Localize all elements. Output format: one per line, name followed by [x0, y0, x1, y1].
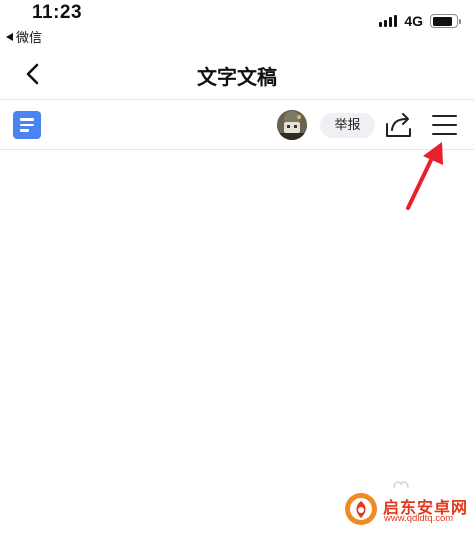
- annotation-arrow-icon: [406, 142, 443, 210]
- watermark: 启东安卓网 www.qdldtq.com: [344, 490, 472, 530]
- watermark-url: www.qdldtq.com: [384, 513, 454, 524]
- avatar-image: [277, 110, 307, 140]
- screen: 11:23 微信 4G 文字文稿 举报 启东安卓网 www.qdldtq.com: [0, 0, 474, 533]
- watermark-logo: [345, 493, 377, 525]
- document-icon: [13, 111, 41, 139]
- back-triangle-icon: [6, 32, 13, 41]
- battery-level: [432, 16, 453, 26]
- loading-icon: [393, 481, 409, 489]
- share-icon[interactable]: [384, 110, 413, 139]
- status-time: 11:23: [32, 2, 83, 23]
- page-title: 文字文稿: [197, 65, 277, 89]
- battery-icon: [430, 14, 461, 28]
- signal-icon: [379, 15, 398, 27]
- hamburger-menu-icon[interactable]: [432, 113, 457, 137]
- status-indicators: 4G: [379, 13, 461, 29]
- network-type: 4G: [404, 13, 423, 29]
- status-bar: 11:23 微信 4G: [0, 0, 474, 48]
- avatar[interactable]: [277, 110, 307, 140]
- back-to-app-link[interactable]: 微信: [6, 27, 42, 46]
- nav-bar: 文字文稿: [0, 48, 474, 100]
- back-app-label: 微信: [16, 31, 43, 46]
- report-button[interactable]: 举报: [320, 113, 375, 138]
